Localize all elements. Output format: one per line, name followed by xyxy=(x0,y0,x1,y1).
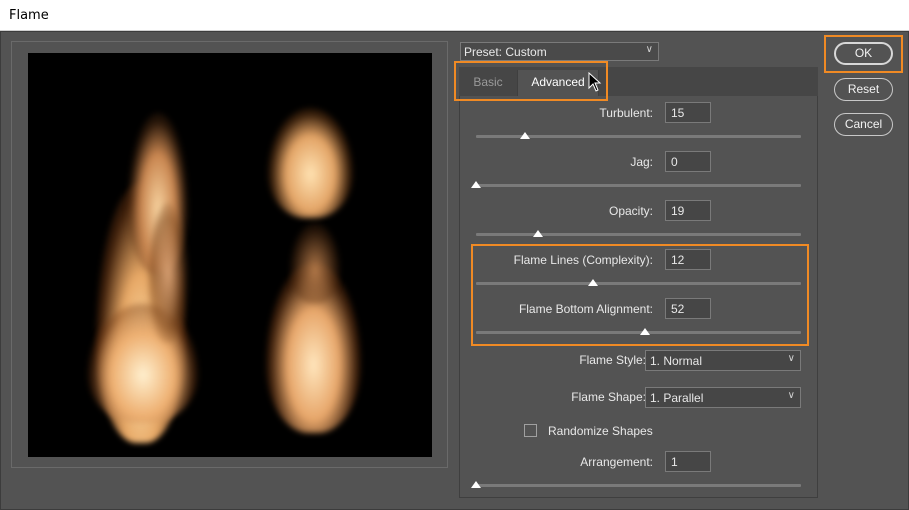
flame-lines-slider-thumb[interactable] xyxy=(588,279,598,286)
jag-label: Jag: xyxy=(630,155,653,169)
randomize-shapes-label: Randomize Shapes xyxy=(548,424,653,438)
tab-basic[interactable]: Basic xyxy=(460,70,516,96)
flame-preview-canvas xyxy=(28,53,432,457)
flame-shape xyxy=(268,108,353,218)
flame-shape xyxy=(290,223,340,303)
window-title: Flame xyxy=(9,8,49,23)
flame-style-value: 1. Normal xyxy=(650,354,703,368)
arrangement-slider-track[interactable] xyxy=(476,484,801,487)
flame-shape-select[interactable]: 1. Parallel ∨ xyxy=(645,387,801,408)
flame-lines-label: Flame Lines (Complexity): xyxy=(513,253,653,267)
mouse-pointer-icon xyxy=(588,72,602,92)
flame-bottom-alignment-field[interactable]: 52 xyxy=(665,298,711,319)
preset-label: Preset: Custom xyxy=(464,45,547,59)
opacity-field[interactable]: 19 xyxy=(665,200,711,221)
flame-lines-slider-track[interactable] xyxy=(476,282,801,285)
flame-shape-value: 1. Parallel xyxy=(650,391,704,405)
randomize-shapes-checkbox[interactable] xyxy=(524,424,537,437)
opacity-slider-thumb[interactable] xyxy=(532,230,543,237)
arrangement-slider-thumb[interactable] xyxy=(471,481,481,488)
flame-style-label: Flame Style: xyxy=(579,353,646,367)
reset-button[interactable]: Reset xyxy=(834,78,893,101)
title-bar: Flame xyxy=(0,0,909,31)
jag-field[interactable]: 0 xyxy=(665,151,711,172)
arrangement-label: Arrangement: xyxy=(580,455,653,469)
jag-slider-thumb[interactable] xyxy=(471,181,481,188)
chevron-down-icon: ∨ xyxy=(787,390,795,401)
turbulent-field[interactable]: 15 xyxy=(665,102,711,123)
chevron-down-icon: ∨ xyxy=(645,44,653,55)
chevron-down-icon: ∨ xyxy=(787,353,795,364)
flame-style-select[interactable]: 1. Normal ∨ xyxy=(645,350,801,371)
preset-dropdown[interactable]: Preset: Custom ∨ xyxy=(460,42,659,61)
turbulent-slider-thumb[interactable] xyxy=(519,132,530,139)
flame-bottom-alignment-slider-thumb[interactable] xyxy=(640,328,650,335)
flame-bottom-alignment-slider-track[interactable] xyxy=(476,331,801,334)
tab-advanced[interactable]: Advanced xyxy=(517,70,599,96)
arrangement-field[interactable]: 1 xyxy=(665,451,711,472)
flame-shape-label: Flame Shape: xyxy=(571,390,646,404)
jag-slider-track[interactable] xyxy=(476,184,801,187)
opacity-slider-track[interactable] xyxy=(476,233,801,236)
flame-bottom-alignment-label: Flame Bottom Alignment: xyxy=(518,302,653,316)
turbulent-label: Turbulent: xyxy=(599,106,653,120)
cancel-button[interactable]: Cancel xyxy=(834,113,893,136)
ok-button[interactable]: OK xyxy=(834,42,893,65)
opacity-label: Opacity: xyxy=(608,204,653,218)
flame-lines-field[interactable]: 12 xyxy=(665,249,711,270)
